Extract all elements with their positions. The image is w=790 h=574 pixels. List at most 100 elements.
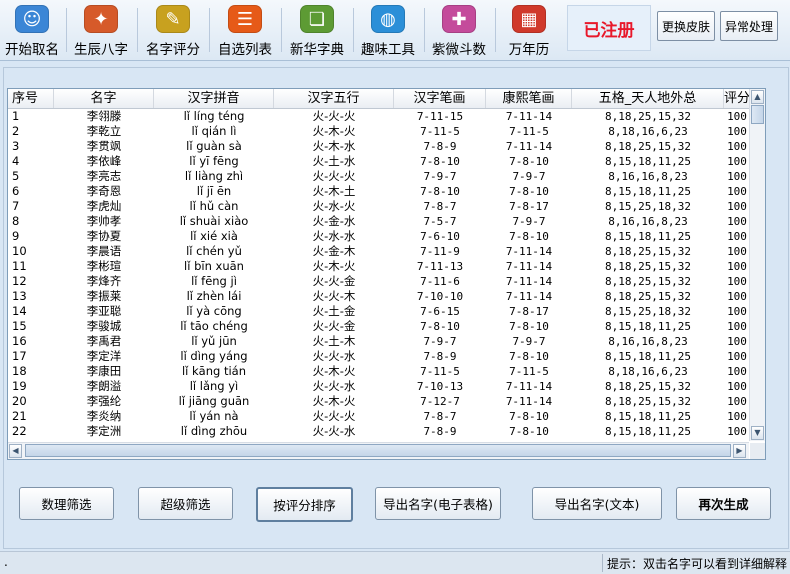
exception-handling-button[interactable]: 异常处理 [720, 11, 778, 41]
name-text: 李强纶 [86, 394, 122, 408]
birth-chart-button[interactable]: ✦ 生辰八字 [70, 2, 132, 58]
table-row[interactable]: 18 李康田 lǐ kāng tián 火-木-火 7-11-5 7-11-5 8,18,1… [8, 364, 749, 379]
strokes-text: 7-8-9 [423, 140, 457, 153]
score-text: 100 [727, 140, 747, 153]
row-index: 17 [12, 349, 27, 363]
table-row[interactable]: 9 李协夏 lǐ xié xià 火-水-水 7-6-10 7-8-10 8,15,18,1… [8, 229, 749, 244]
name-text: 李翎滕 [86, 109, 122, 123]
wuge-text: 8,15,18,11,25 [604, 410, 692, 423]
wuge-text: 8,15,18,11,25 [604, 425, 692, 438]
table-row[interactable]: 20 李强纶 lǐ jiāng guān 火-木-火 7-12-7 7-11-14 8,18… [8, 394, 749, 409]
table-row[interactable]: 10 李晨语 lǐ chén yǔ 火-金-木 7-11-9 7-11-14 8,18,25… [8, 244, 749, 259]
table-row[interactable]: 11 李彬瑄 lǐ bīn xuān 火-木-火 7-11-13 7-11-14 8,18,… [8, 259, 749, 274]
kangxi-strokes-text: 7-11-14 [505, 380, 553, 393]
table-row[interactable]: 5 李亮志 lǐ liàng zhì 火-火-火 7-9-7 7-9-7 8,16,16,8… [8, 169, 749, 184]
table-row[interactable]: 3 李贯飒 lǐ guàn sà 火-木-水 7-8-9 7-11-14 8,18,25,1… [8, 139, 749, 154]
wuge-text: 8,18,25,15,32 [604, 395, 692, 408]
kangxi-strokes-text: 7-8-10 [509, 425, 549, 438]
wuge-text: 8,15,18,11,25 [604, 350, 692, 363]
regenerate-button[interactable]: 再次生成 [676, 487, 771, 520]
row-index: 16 [12, 334, 27, 348]
score-text: 100 [727, 155, 747, 168]
table-row[interactable]: 1 李翎滕 lǐ líng téng 火-火-火 7-11-15 7-11-14 8,18,… [8, 109, 749, 124]
header-col-pinyin[interactable]: 汉字拼音 [154, 89, 274, 108]
tb-label: 新华字典 [290, 42, 344, 58]
scroll-corner [750, 443, 765, 459]
horizontal-scroll-thumb[interactable] [25, 444, 731, 457]
strokes-text: 7-12-7 [420, 395, 460, 408]
header-col-index[interactable]: 序号 [8, 89, 54, 108]
name-text: 李依峰 [86, 154, 122, 168]
super-filter-button[interactable]: 超级筛选 [138, 487, 233, 520]
header-col-name[interactable]: 名字 [54, 89, 154, 108]
start-naming-button[interactable]: ☺ 开始取名 [2, 2, 62, 58]
change-skin-button[interactable]: 更换皮肤 [657, 11, 715, 41]
row-index: 2 [12, 124, 20, 138]
header-col-score[interactable]: 评分 [724, 89, 750, 108]
tb-label: 趣味工具 [361, 42, 415, 58]
wuxing-text: 火-木-土 [312, 184, 356, 198]
pinyin-text: lǐ dìng yáng [180, 349, 248, 363]
name-score-button[interactable]: ✎ 名字评分 [142, 2, 204, 58]
wuge-text: 8,15,18,11,25 [604, 185, 692, 198]
strokes-text: 7-6-10 [420, 230, 460, 243]
toolbar-separator [424, 8, 425, 52]
custom-list-button[interactable]: ☰ 自选列表 [214, 2, 276, 58]
vertical-scrollbar[interactable]: ▲ ▼ [749, 89, 765, 441]
wuxing-text: 火-火-火 [312, 409, 356, 423]
wuge-text: 8,15,18,11,25 [604, 155, 692, 168]
table-row[interactable]: 7 李虎灿 lǐ hǔ càn 火-水-火 7-8-7 7-8-17 8,15,25,18,… [8, 199, 749, 214]
scroll-left-icon[interactable]: ◀ [9, 444, 22, 458]
book-icon: ❏ [300, 5, 334, 33]
kangxi-strokes-text: 7-11-14 [505, 275, 553, 288]
header-col-wuxing[interactable]: 汉字五行 [274, 89, 394, 108]
toolbar-separator [66, 8, 67, 52]
vertical-scroll-thumb[interactable] [751, 105, 764, 124]
table-row[interactable]: 15 李骏城 lǐ tāo chéng 火-火-金 7-8-10 7-8-10 8,15,1… [8, 319, 749, 334]
row-index: 20 [12, 394, 27, 408]
name-text: 李晨语 [86, 244, 122, 258]
table-row[interactable]: 21 李炎纳 lǐ yán nà 火-火-火 7-8-7 7-8-10 8,15,18,11… [8, 409, 749, 424]
table-row[interactable]: 16 李禹君 lǐ yǔ jūn 火-土-木 7-9-7 7-9-7 8,16,16,8,2… [8, 334, 749, 349]
table-row[interactable]: 6 李奇恩 lǐ jī ēn 火-木-土 7-8-10 7-8-10 8,15,18,11,… [8, 184, 749, 199]
pinyin-text: lǐ dìng zhōu [180, 424, 248, 438]
scroll-down-icon[interactable]: ▼ [751, 426, 764, 440]
fun-tools-button[interactable]: ◍ 趣味工具 [357, 2, 419, 58]
name-text: 李定洲 [86, 424, 122, 438]
wuxing-text: 火-金-木 [312, 244, 356, 258]
table-row[interactable]: 14 李亚聪 lǐ yà cōng 火-土-金 7-6-15 7-8-17 8,15,25,… [8, 304, 749, 319]
score-text: 100 [727, 395, 747, 408]
names-table[interactable]: 序号 名字 汉字拼音 汉字五行 汉字笔画 康熙笔画 五格_天人地外总 评分 1 李翎滕 lǐ lí… [7, 88, 766, 460]
table-row[interactable]: 22 李定洲 lǐ dìng zhōu 火-火-水 7-8-9 7-8-10 8,15,18… [8, 424, 749, 439]
wuge-text: 8,16,16,8,23 [608, 170, 688, 183]
table-row[interactable]: 12 李烽齐 lǐ fēng jì 火-火-金 7-11-6 7-11-14 8,18,25… [8, 274, 749, 289]
pinyin-text: lǐ líng téng [183, 109, 245, 123]
table-row[interactable]: 4 李依峰 lǐ yī fēng 火-土-水 7-8-10 7-8-10 8,15,18,1… [8, 154, 749, 169]
table-row[interactable]: 13 李振莱 lǐ zhèn lái 火-火-木 7-10-10 7-11-14 8,18,… [8, 289, 749, 304]
calendar-button[interactable]: ▦ 万年历 [500, 2, 558, 58]
table-row[interactable]: 8 李帅孝 lǐ shuài xiào 火-金-水 7-5-7 7-9-7 8,16,16,… [8, 214, 749, 229]
strokes-text: 7-8-10 [420, 185, 460, 198]
table-row[interactable]: 2 李乾立 lǐ qián lì 火-木-火 7-11-5 7-11-5 8,18,16,6… [8, 124, 749, 139]
header-col-kangxi-strokes[interactable]: 康熙笔画 [486, 89, 572, 108]
table-row[interactable]: 19 李朗溢 lǐ lǎng yì 火-火-水 7-10-13 7-11-14 8,18,2… [8, 379, 749, 394]
scroll-up-icon[interactable]: ▲ [751, 90, 764, 104]
scroll-right-icon[interactable]: ▶ [733, 444, 746, 458]
dictionary-button[interactable]: ❏ 新华字典 [286, 2, 348, 58]
strokes-text: 7-8-7 [423, 410, 457, 423]
wuxing-text: 火-水-水 [312, 229, 356, 243]
table-row[interactable]: 17 李定洋 lǐ dìng yáng 火-火-水 7-8-9 7-8-10 8,15,18… [8, 349, 749, 364]
header-col-strokes[interactable]: 汉字笔画 [394, 89, 486, 108]
registered-badge: 已注册 [567, 5, 651, 51]
sort-by-score-button[interactable]: 按评分排序 [256, 487, 353, 522]
export-text-button[interactable]: 导出名字(文本) [532, 487, 662, 520]
tb-label: 开始取名 [5, 42, 59, 58]
score-text: 100 [727, 260, 747, 273]
tb-label: 名字评分 [146, 42, 200, 58]
horizontal-scrollbar[interactable]: ◀ ▶ [8, 442, 749, 459]
header-col-wuge[interactable]: 五格_天人地外总 [572, 89, 724, 108]
row-index: 8 [12, 214, 20, 228]
numerology-filter-button[interactable]: 数理筛选 [19, 487, 114, 520]
export-excel-button[interactable]: 导出名字(电子表格) [375, 487, 501, 520]
ziwei-button[interactable]: ✚ 紫微斗数 [428, 2, 490, 58]
